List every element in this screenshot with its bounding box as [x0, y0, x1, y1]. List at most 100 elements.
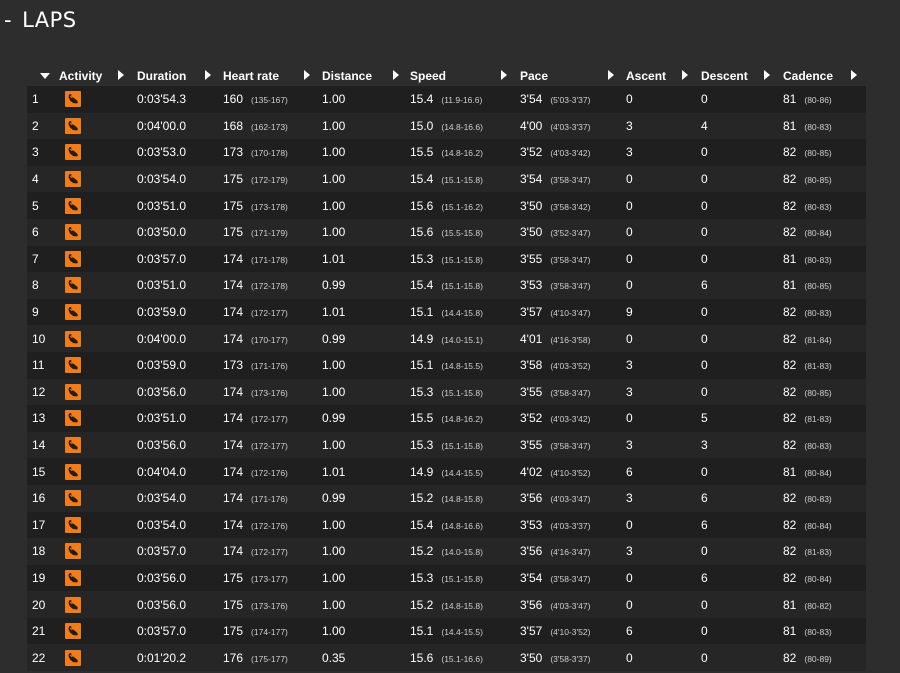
column-header-activity[interactable]: Activity [59, 66, 137, 86]
table-row[interactable]: 9 0:03'59.0 174 (172-177) 1.01 15.1 (14.4-… [27, 298, 866, 326]
sort-arrow-icon[interactable] [501, 70, 507, 80]
activity-cell[interactable] [59, 617, 137, 645]
activity-cell[interactable] [59, 245, 137, 273]
ascent-cell: 0 [626, 192, 701, 219]
table-row[interactable]: 2 0:04'00.0 168 (162-173) 1.00 15.0 (14.8-… [27, 112, 866, 140]
activity-cell[interactable] [59, 325, 137, 352]
duration-cell: 0:03'56.0 [137, 564, 223, 592]
running-shoe-icon[interactable] [65, 197, 81, 214]
running-shoe-icon[interactable] [65, 224, 81, 241]
table-row[interactable]: 8 0:03'51.0 174 (172-178) 0.99 15.4 (15.1-… [27, 272, 866, 299]
running-shoe-icon[interactable] [65, 410, 81, 427]
activity-cell[interactable] [59, 511, 137, 539]
sort-arrow-icon[interactable] [608, 70, 614, 80]
table-row[interactable]: 17 0:03'54.0 174 (172-176) 1.00 15.4 (14.8… [27, 511, 866, 539]
running-shoe-icon[interactable] [65, 144, 81, 161]
cadence-cell: 82 (80-85) [783, 139, 866, 166]
running-shoe-icon[interactable] [65, 171, 81, 188]
table-row[interactable]: 13 0:03'51.0 174 (172-177) 0.99 15.5 (14.8… [27, 405, 866, 432]
sort-arrow-icon[interactable] [205, 70, 211, 80]
activity-cell[interactable] [59, 591, 137, 618]
activity-cell[interactable] [59, 86, 137, 113]
running-shoe-icon[interactable] [65, 357, 81, 374]
activity-cell[interactable] [59, 484, 137, 512]
sort-arrow-icon[interactable] [682, 70, 688, 80]
running-shoe-icon[interactable] [65, 463, 81, 480]
descent-cell: 0 [701, 325, 783, 352]
running-shoe-icon[interactable] [65, 117, 81, 134]
sort-arrow-icon[interactable] [304, 70, 310, 80]
descent-cell: 0 [701, 165, 783, 193]
table-row[interactable]: 6 0:03'50.0 175 (171-179) 1.00 15.6 (15.5-… [27, 218, 866, 246]
sort-arrow-icon[interactable] [764, 70, 770, 80]
table-row[interactable]: 5 0:03'51.0 175 (173-178) 1.00 15.6 (15.1-… [27, 192, 866, 219]
table-row[interactable]: 15 0:04'04.0 174 (172-176) 1.01 14.9 (14.4… [27, 458, 866, 485]
table-row[interactable]: 21 0:03'57.0 175 (174-177) 1.00 15.1 (14.4… [27, 617, 866, 645]
table-row[interactable]: 7 0:03'57.0 174 (171-178) 1.01 15.3 (15.1-… [27, 245, 866, 273]
running-shoe-icon[interactable] [65, 649, 81, 666]
activity-cell[interactable] [59, 192, 137, 219]
collapse-toggle[interactable]: - [4, 8, 12, 32]
pace-cell: 4'01 (4'16-3'58) [520, 325, 626, 352]
table-row[interactable]: 18 0:03'57.0 174 (172-177) 1.00 15.2 (14.0… [27, 538, 866, 565]
activity-cell[interactable] [59, 644, 137, 672]
table-row[interactable]: 10 0:04'00.0 174 (170-177) 0.99 14.9 (14.0… [27, 325, 866, 352]
lap-number: 22 [27, 644, 59, 672]
activity-cell[interactable] [59, 564, 137, 592]
column-header-duration[interactable]: Duration [137, 66, 223, 86]
activity-cell[interactable] [59, 458, 137, 485]
heart-rate-cell: 175 (173-177) [223, 564, 322, 592]
table-row[interactable]: 12 0:03'56.0 174 (173-176) 1.00 15.3 (15.1… [27, 378, 866, 406]
table-row[interactable]: 14 0:03'56.0 174 (172-177) 1.00 15.3 (15.1… [27, 431, 866, 459]
table-row[interactable]: 19 0:03'56.0 175 (173-177) 1.00 15.3 (15.1… [27, 564, 866, 592]
running-shoe-icon[interactable] [65, 569, 81, 586]
table-row[interactable]: 20 0:03'56.0 175 (173-176) 1.00 15.2 (14.8… [27, 591, 866, 618]
running-shoe-icon[interactable] [65, 490, 81, 507]
column-header-distance[interactable]: Distance [322, 66, 410, 86]
sort-arrow-icon[interactable] [118, 70, 124, 80]
sort-desc-icon[interactable] [40, 73, 50, 79]
table-row[interactable]: 11 0:03'59.0 173 (171-176) 1.00 15.1 (14.8… [27, 351, 866, 379]
table-row[interactable]: 22 0:01'20.2 176 (175-177) 0.35 15.6 (15.1… [27, 644, 866, 672]
activity-cell[interactable] [59, 272, 137, 299]
laps-section-header: - LAPS [4, 8, 77, 32]
activity-cell[interactable] [59, 165, 137, 193]
running-shoe-icon[interactable] [65, 543, 81, 560]
running-shoe-icon[interactable] [65, 277, 81, 294]
activity-cell[interactable] [59, 112, 137, 140]
sort-arrow-icon[interactable] [393, 70, 399, 80]
running-shoe-icon[interactable] [65, 304, 81, 321]
running-shoe-icon[interactable] [65, 623, 81, 640]
running-shoe-icon[interactable] [65, 250, 81, 267]
speed-cell: 15.2 (14.8-15.8) [410, 591, 520, 618]
activity-cell[interactable] [59, 218, 137, 246]
activity-cell[interactable] [59, 298, 137, 326]
activity-cell[interactable] [59, 378, 137, 406]
column-header-pace[interactable]: Pace [520, 66, 626, 86]
table-row[interactable]: 4 0:03'54.0 175 (172-179) 1.00 15.4 (15.1-… [27, 165, 866, 193]
running-shoe-icon[interactable] [65, 383, 81, 400]
running-shoe-icon[interactable] [65, 91, 81, 108]
running-shoe-icon[interactable] [65, 516, 81, 533]
descent-cell: 0 [701, 617, 783, 645]
running-shoe-icon[interactable] [65, 596, 81, 613]
running-shoe-icon[interactable] [65, 330, 81, 347]
ascent-cell: 0 [626, 218, 701, 246]
activity-cell[interactable] [59, 139, 137, 166]
sort-arrow-icon[interactable] [851, 70, 857, 80]
table-row[interactable]: 16 0:03'54.0 174 (171-176) 0.99 15.2 (14.8… [27, 484, 866, 512]
column-header-speed[interactable]: Speed [410, 66, 520, 86]
activity-cell[interactable] [59, 351, 137, 379]
table-row[interactable]: 3 0:03'53.0 173 (170-178) 1.00 15.5 (14.8-… [27, 139, 866, 166]
column-header-cadence[interactable]: Cadence [783, 66, 866, 86]
column-header-descent[interactable]: Descent [701, 66, 783, 86]
column-header-heart-rate[interactable]: Heart rate [223, 66, 322, 86]
cadence-cell: 81 (80-83) [783, 112, 866, 140]
column-header-ascent[interactable]: Ascent [626, 66, 701, 86]
activity-cell[interactable] [59, 431, 137, 459]
activity-cell[interactable] [59, 405, 137, 432]
running-shoe-icon[interactable] [65, 437, 81, 454]
lap-sort-header[interactable] [27, 66, 59, 86]
activity-cell[interactable] [59, 538, 137, 565]
table-row[interactable]: 1 0:03'54.3 160 (135-167) 1.00 15.4 (11.9-… [27, 86, 866, 113]
